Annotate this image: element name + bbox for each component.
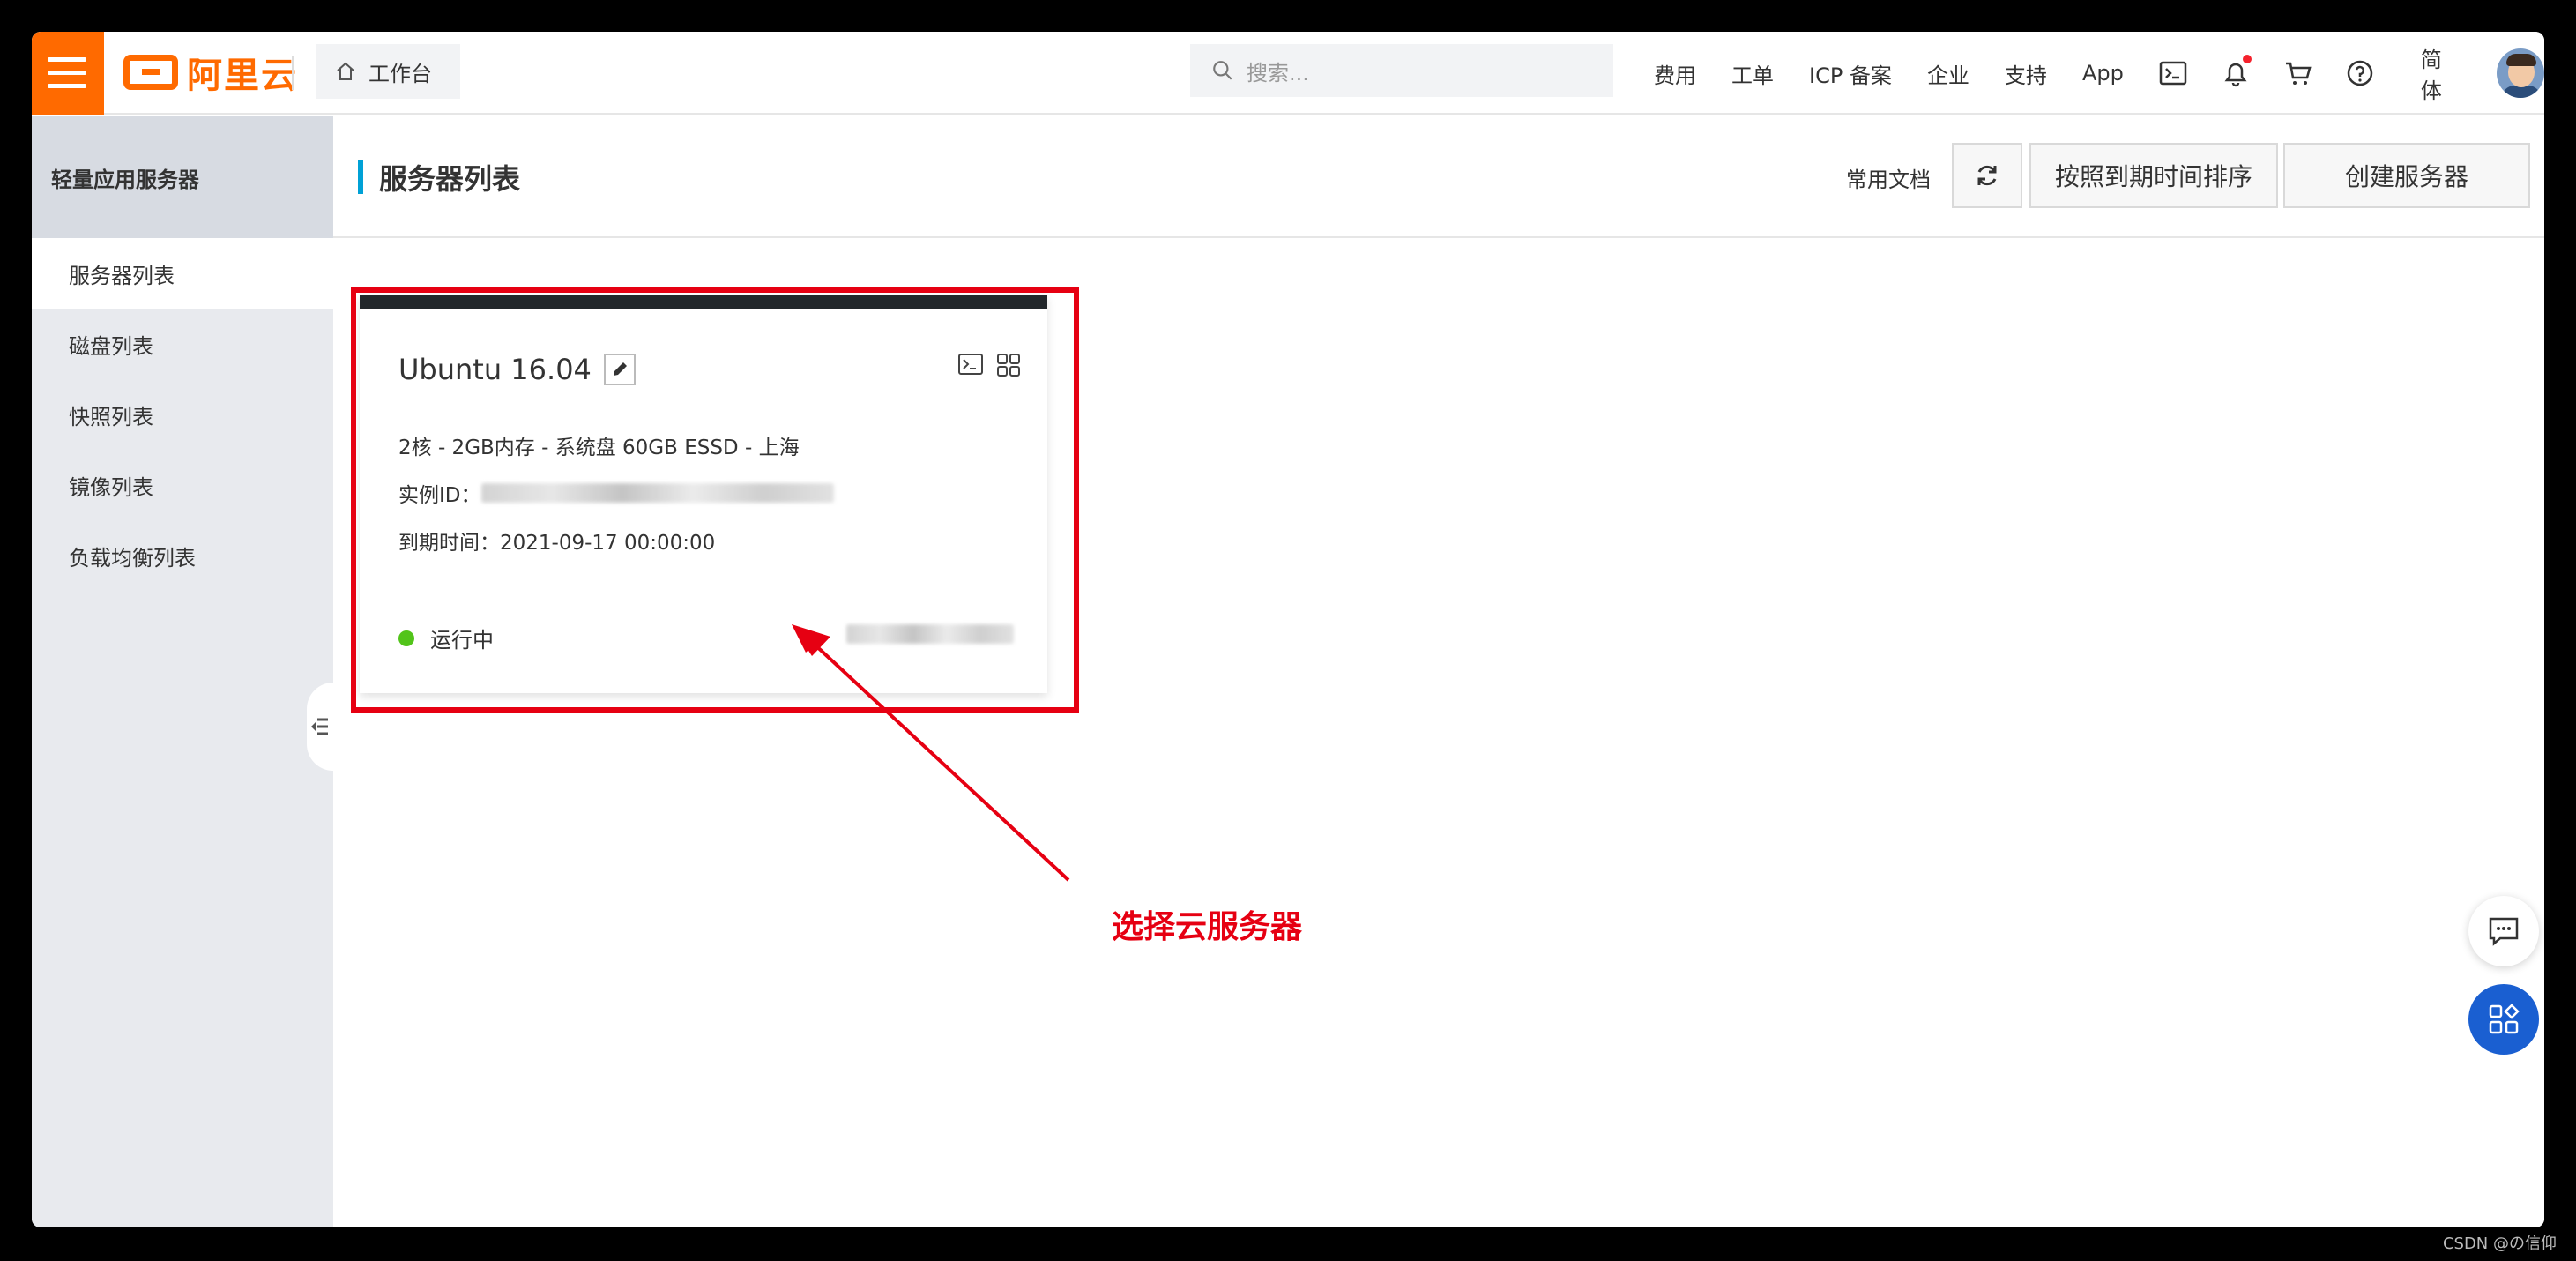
apps-button[interactable] bbox=[2468, 984, 2539, 1055]
app-window: 阿里云 工作台 搜索... 费用 工单 ICP 备案 企业 支持 App 简体 … bbox=[32, 32, 2544, 1227]
watermark: CSDN @の信仰 bbox=[2442, 1235, 2557, 1253]
annotation-text: 选择云服务器 bbox=[1112, 909, 1303, 945]
annotation-arrow bbox=[792, 624, 1070, 882]
chat-button[interactable] bbox=[2468, 896, 2539, 966]
chat-icon bbox=[2489, 917, 2519, 946]
apps-icon bbox=[2489, 1004, 2520, 1034]
